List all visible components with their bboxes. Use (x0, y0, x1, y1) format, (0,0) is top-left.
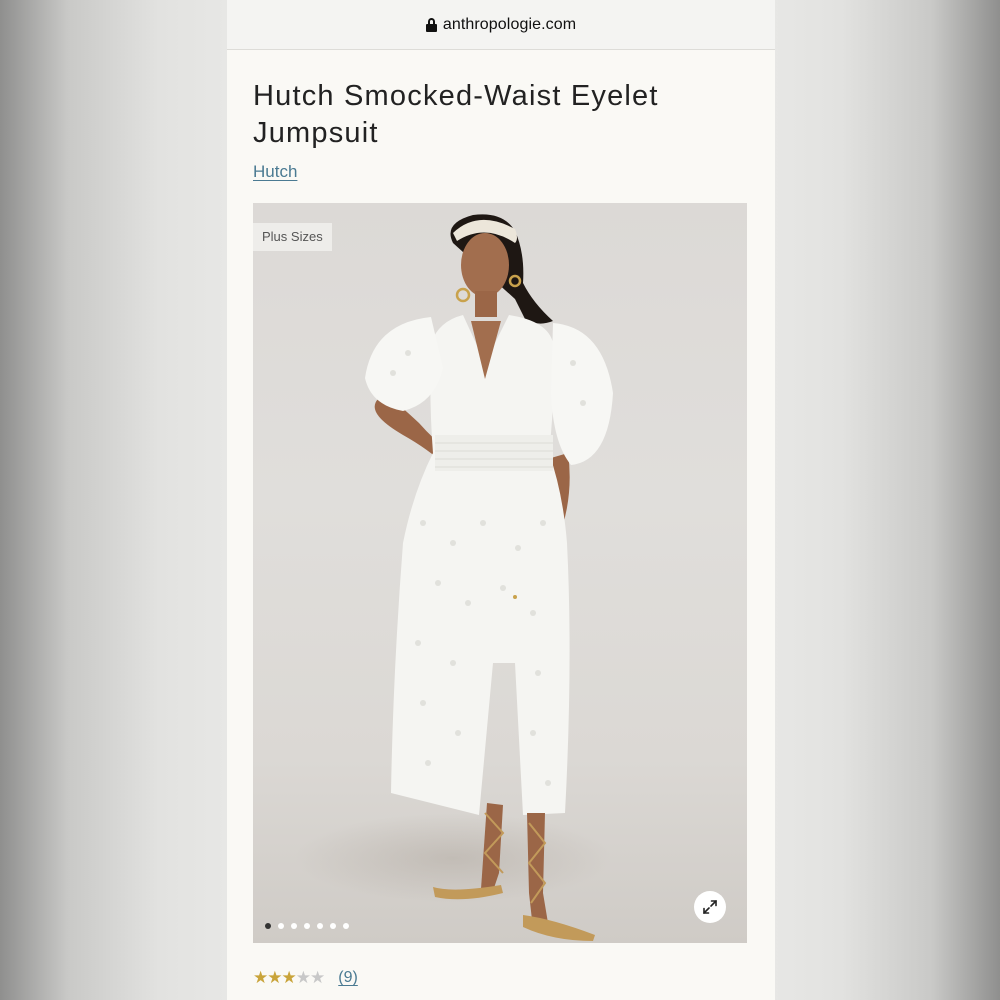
brand-link[interactable]: Hutch (253, 162, 297, 182)
expand-icon (703, 900, 717, 914)
url-bar[interactable]: anthropologie.com (227, 0, 775, 50)
backdrop-left (0, 0, 227, 1000)
star-filled-icon: ★ (253, 968, 268, 987)
plus-sizes-badge: Plus Sizes (253, 223, 332, 251)
phone-screen: anthropologie.com Hutch Smocked-Waist Ey… (227, 0, 775, 1000)
carousel-dots[interactable] (265, 923, 349, 929)
carousel-dot[interactable] (343, 923, 349, 929)
backdrop-right (773, 0, 1000, 1000)
product-title: Hutch Smocked-Waist Eyelet Jumpsuit (253, 80, 659, 149)
expand-button[interactable] (694, 891, 726, 923)
carousel-dot[interactable] (304, 923, 310, 929)
carousel-dot[interactable] (265, 923, 271, 929)
product-image-gallery[interactable]: Plus Sizes (253, 203, 747, 943)
url-text: anthropologie.com (442, 15, 577, 33)
carousel-dot[interactable] (278, 923, 284, 929)
product-photo (365, 214, 613, 941)
carousel-dot[interactable] (317, 923, 323, 929)
carousel-dot[interactable] (330, 923, 336, 929)
lock-icon (425, 17, 437, 32)
star-empty-icon: ★ (295, 968, 311, 987)
star-rating: ★★★★★ (253, 968, 325, 988)
carousel-dot[interactable] (291, 923, 297, 929)
star-empty-icon: ★ (310, 968, 325, 987)
review-count-link[interactable]: (9) (338, 969, 358, 987)
star-filled-icon: ★ (281, 968, 297, 987)
product-rating[interactable]: ★★★★★ (9) (253, 968, 358, 988)
star-filled-icon: ★ (267, 968, 282, 987)
